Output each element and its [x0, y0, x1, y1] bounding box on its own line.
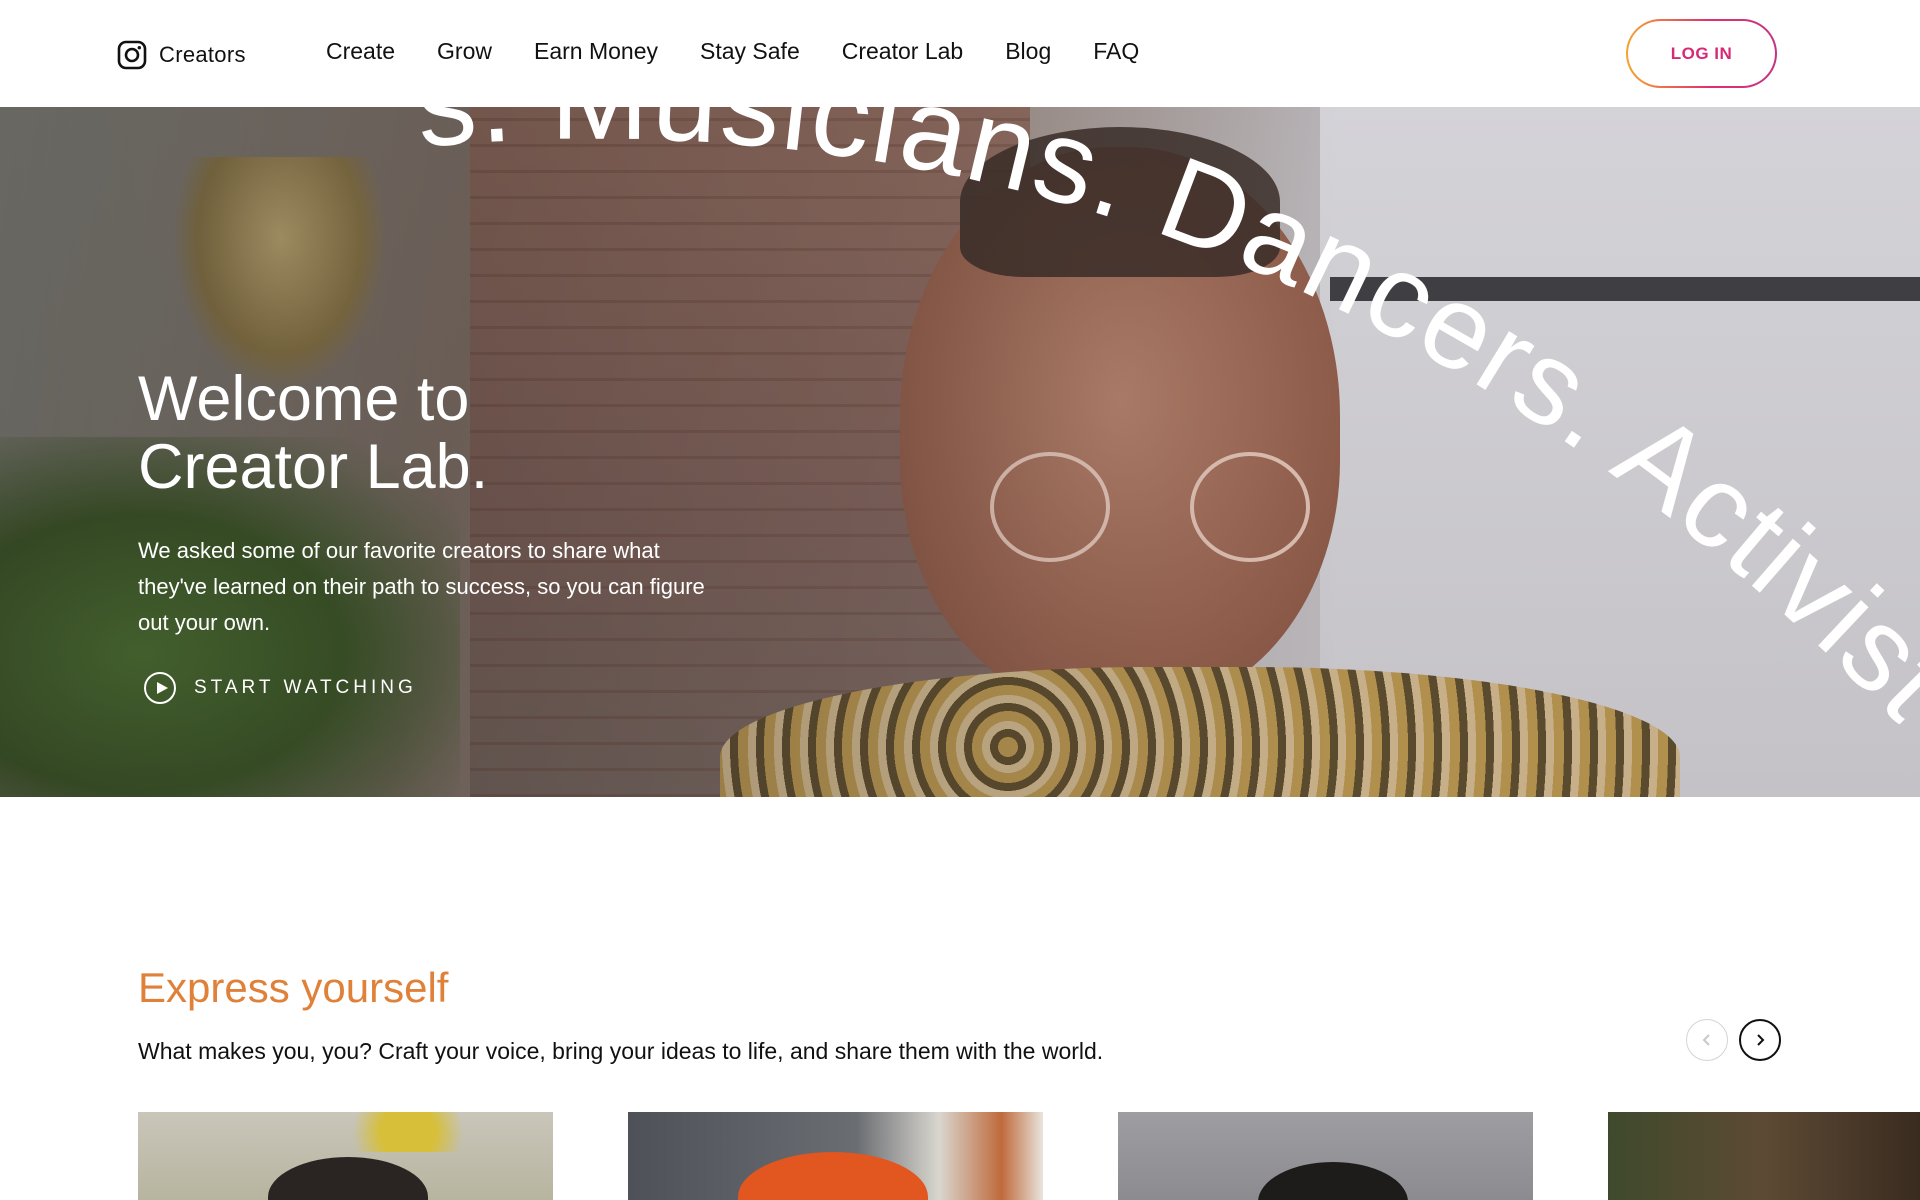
chevron-right-icon: [1757, 1034, 1765, 1046]
start-watching-button[interactable]: START WATCHING: [144, 672, 417, 704]
video-card[interactable]: [138, 1112, 553, 1200]
brand-label: Creators: [159, 42, 246, 67]
nav-item-stay-safe[interactable]: Stay Safe: [700, 38, 800, 65]
site-header: Creators Create Grow Earn Money Stay Saf…: [0, 0, 1920, 107]
play-icon: [144, 672, 176, 704]
nav-item-blog[interactable]: Blog: [1005, 38, 1051, 65]
express-card-carousel: [138, 1112, 1920, 1200]
hero-description: We asked some of our favorite creators t…: [138, 538, 705, 635]
login-button[interactable]: LOG IN: [1626, 19, 1777, 88]
chevron-left-icon: [1702, 1034, 1710, 1046]
instagram-icon: [117, 40, 147, 70]
carousel-next-button[interactable]: [1739, 1019, 1781, 1061]
login-label: LOG IN: [1670, 43, 1733, 63]
hero-video[interactable]: s. Musicians. Dancers. Activist Welcome …: [0, 107, 1920, 797]
video-card[interactable]: [628, 1112, 1043, 1200]
nav-item-creator-lab[interactable]: Creator Lab: [842, 38, 963, 65]
nav-item-earn-money[interactable]: Earn Money: [534, 38, 658, 65]
main-nav: Create Grow Earn Money Stay Safe Creator…: [326, 38, 1139, 65]
video-card[interactable]: [1608, 1112, 1920, 1200]
start-watching-label: START WATCHING: [194, 677, 417, 698]
hero-title-line-2: Creator Lab.: [138, 432, 489, 502]
hero-title-line-1: Welcome to: [138, 364, 470, 434]
brand-logo-link[interactable]: Creators: [117, 40, 246, 70]
express-section-title: Express yourself: [138, 964, 449, 1011]
express-section-description: What makes you, you? Craft your voice, b…: [138, 1038, 1104, 1064]
nav-item-create[interactable]: Create: [326, 38, 395, 65]
nav-item-faq[interactable]: FAQ: [1093, 38, 1139, 65]
login-button-inner: LOG IN: [1628, 21, 1775, 86]
carousel-prev-button[interactable]: [1686, 1019, 1728, 1061]
nav-item-grow[interactable]: Grow: [437, 38, 492, 65]
play-glyph: [156, 682, 168, 694]
hero-title: Welcome to Creator Lab.: [138, 365, 698, 501]
video-card[interactable]: [1118, 1112, 1533, 1200]
